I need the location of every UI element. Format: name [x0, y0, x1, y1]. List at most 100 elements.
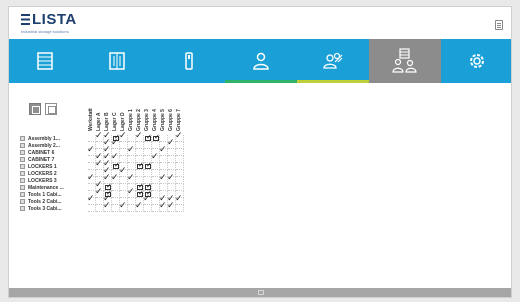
tab-users[interactable] — [225, 39, 297, 83]
grid-cell[interactable] — [152, 184, 160, 191]
row-checkbox[interactable] — [20, 178, 25, 183]
grid-cell[interactable] — [112, 191, 120, 198]
column-header[interactable]: Werkstatt — [88, 91, 96, 131]
row-header[interactable]: Assembly 1... — [20, 135, 60, 142]
row-header[interactable]: Maintenance ... — [20, 184, 64, 191]
grid-cell[interactable] — [136, 170, 144, 177]
keyboard-icon[interactable] — [258, 290, 264, 295]
grid-cell[interactable]: ✓ — [127, 174, 136, 184]
row-checkbox[interactable] — [20, 199, 25, 204]
grid-cell[interactable] — [176, 149, 184, 156]
grid-cell[interactable] — [152, 163, 160, 170]
grid-cell[interactable]: ✓ — [143, 195, 152, 205]
grid-cell[interactable] — [176, 177, 184, 184]
grid-cell[interactable] — [176, 163, 184, 170]
grid-cell[interactable]: ✓ — [175, 195, 184, 205]
grid-cell[interactable] — [128, 156, 136, 163]
grid-cell[interactable] — [136, 161, 144, 170]
row-checkbox[interactable] — [20, 150, 25, 155]
column-header[interactable]: Gruppe 5 — [160, 91, 168, 131]
grid-cell[interactable] — [112, 184, 120, 191]
tab-key[interactable] — [153, 39, 225, 83]
list-view-toggle[interactable] — [45, 103, 57, 115]
grid-cell[interactable] — [144, 142, 152, 149]
grid-cell[interactable] — [144, 205, 152, 212]
grid-cell[interactable]: ✓ — [111, 139, 120, 149]
row-header[interactable]: Tools 3 Cabi... — [20, 205, 62, 212]
row-header[interactable]: Tools 2 Cabi... — [20, 198, 62, 205]
grid-cell[interactable]: ✓ — [135, 202, 144, 212]
row-checkbox[interactable] — [20, 157, 25, 162]
grid-cell[interactable]: ✓ — [159, 146, 168, 156]
tab-settings[interactable] — [441, 39, 511, 83]
row-checkbox[interactable] — [20, 192, 25, 197]
row-checkbox[interactable] — [20, 206, 25, 211]
column-header[interactable]: Gruppe 4 — [152, 91, 160, 131]
tab-lockers[interactable] — [81, 39, 153, 83]
grid-cell[interactable] — [128, 163, 136, 170]
row-checkbox[interactable] — [20, 143, 25, 148]
tab-cabinets[interactable] — [9, 39, 81, 83]
grid-cell[interactable] — [144, 161, 152, 170]
grid-cell[interactable]: ✓ — [111, 174, 120, 184]
row-header[interactable]: LOCKERS 3 — [20, 177, 57, 184]
row-header[interactable]: Assembly 2... — [20, 142, 60, 149]
row-label: Tools 3 Cabi... — [28, 205, 62, 212]
tab-access-rights[interactable] — [369, 39, 441, 83]
grid-cell[interactable] — [168, 149, 176, 156]
checkmark-icon: ✓ — [87, 145, 95, 155]
column-header[interactable]: Gruppe 1 — [128, 91, 136, 131]
grid-cell[interactable] — [168, 184, 176, 191]
grid-cell[interactable]: ✓ — [103, 202, 112, 212]
grid-cell[interactable]: ✓ — [127, 146, 136, 156]
column-header[interactable]: Gruppe 7 — [176, 91, 184, 131]
grid-cell[interactable]: ✓ — [167, 139, 176, 149]
grid-cell[interactable]: ✓ — [119, 202, 128, 212]
row-checkbox[interactable] — [20, 164, 25, 169]
column-header[interactable]: Gruppe 3 — [144, 91, 152, 131]
grid-cell[interactable] — [168, 163, 176, 170]
column-header[interactable]: Lager C — [112, 91, 120, 131]
row-checkbox[interactable] — [20, 171, 25, 176]
grid-cell[interactable] — [160, 156, 168, 163]
grid-cell[interactable]: ✓ — [119, 132, 128, 142]
column-header[interactable]: Gruppe 2 — [136, 91, 144, 131]
grid-cell[interactable]: ✓ — [127, 188, 136, 198]
grid-cell[interactable] — [144, 170, 152, 177]
column-header[interactable]: Gruppe 6 — [168, 91, 176, 131]
row-checkbox[interactable] — [20, 185, 25, 190]
column-header[interactable]: Lager D — [120, 91, 128, 131]
grid-cell[interactable]: ✓ — [167, 174, 176, 184]
grid-cell[interactable] — [152, 133, 160, 142]
help-document-icon[interactable] — [495, 20, 503, 30]
grid-cell[interactable]: ✓ — [175, 132, 184, 142]
grid-cell[interactable]: ✓ — [167, 202, 176, 212]
grid-cell[interactable] — [176, 142, 184, 149]
grid-cell[interactable] — [136, 142, 144, 149]
tab-user-groups[interactable] — [297, 39, 369, 83]
grid-cell[interactable] — [168, 156, 176, 163]
row-header[interactable]: LOCKERS 2 — [20, 170, 57, 177]
grid-cell[interactable] — [120, 156, 128, 163]
row-header[interactable]: CABINET 6 — [20, 149, 54, 156]
row-header[interactable]: Tools 1 Cabi... — [20, 191, 62, 198]
column-header[interactable]: Lager B — [104, 91, 112, 131]
grid-view-toggle[interactable] — [29, 103, 41, 115]
grid-cell[interactable] — [176, 156, 184, 163]
grid-cell[interactable] — [88, 205, 96, 212]
grid-cell[interactable]: ✓ — [87, 195, 96, 205]
grid-cell[interactable] — [176, 170, 184, 177]
grid-cell[interactable] — [176, 184, 184, 191]
grid-cell[interactable] — [176, 205, 184, 212]
grid-cell[interactable] — [144, 133, 152, 142]
column-header[interactable]: Lager A — [96, 91, 104, 131]
grid-cell[interactable] — [136, 149, 144, 156]
grid-cell[interactable]: ✓ — [151, 153, 160, 163]
grid-cell[interactable] — [160, 163, 168, 170]
grid-cell[interactable]: ✓ — [135, 132, 144, 142]
row-checkbox[interactable] — [20, 136, 25, 141]
row-header[interactable]: LOCKERS 1 — [20, 163, 57, 170]
row-header[interactable]: CABINET 7 — [20, 156, 54, 163]
app-window: LISTA Industrial storage solutions Werks… — [8, 6, 512, 298]
grid-cell[interactable] — [160, 184, 168, 191]
